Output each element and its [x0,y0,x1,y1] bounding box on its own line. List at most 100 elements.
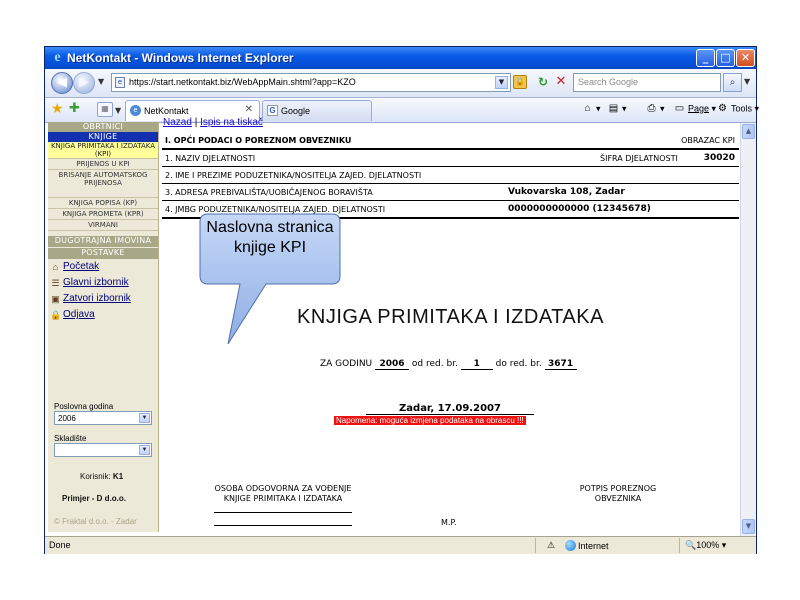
address-field[interactable]: e https://start.netkontakt.biz/WebAppMai… [111,73,511,92]
lock-icon[interactable]: 🔒 [513,75,527,89]
callout-text: Naslovna stranica knjige KPI [206,219,334,256]
sidebar-item-kpr[interactable]: KNJIGA PROMETA (KPR) [48,209,158,220]
form-code: OBRAZAC KPI [681,136,735,145]
zoom-control[interactable]: 🔍100% ▾ [685,540,726,551]
section-header-row: I. OPĆI PODACI O POREZNOM OBVEZNIKU OBRA… [162,132,739,150]
quick-tabs-icon[interactable]: ▦ [97,102,113,117]
address-toolbar: ◀ ▶ ▼ e https://start.netkontakt.biz/Web… [45,69,756,98]
activity-label: 1. NAZIV DJELATNOSTI [165,154,256,163]
window-title: NetKontakt - Windows Internet Explorer [67,51,294,65]
logout-link[interactable]: 🔒 Odjava [50,309,95,321]
warning-notice: Napomena: moguća izmjena podataka na obr… [334,416,526,425]
tab-bar: ★ ✚ ▦ ▼ e NetKontakt ✕ G Google ⌂ ▾ ▤ ▾ ⎙ ▾… [45,98,759,123]
search-dropdown-icon[interactable]: ▼ [744,77,750,86]
chevron-down-icon[interactable]: ▼ [139,445,150,455]
tools-menu-label: Tools [731,103,753,114]
add-favorite-icon[interactable]: ✚ [69,101,80,117]
warehouse-select[interactable]: ▼ [54,443,152,457]
back-button[interactable]: ◀ [51,72,73,94]
google-tab-icon: G [267,105,278,116]
ie-logo-icon: e [54,50,61,65]
address-dropdown-icon[interactable]: ▼ [495,76,508,89]
address-row: 3. ADRESA PREBIVALIŠTA/UOBIČAJENOG BORAV… [162,184,739,201]
home-link-label: Početak [63,261,100,272]
feeds-icon: ▤ [608,103,619,114]
user-label: Korisnik: [80,472,111,481]
sidebar-header-postavke[interactable]: POSTAVKE [48,248,158,259]
sidebar-item-virmani[interactable]: VIRMANI [48,220,158,231]
responsible-line-1: OSOBA ODGOVORNA ZA VOĐENJE [214,484,352,493]
close-button[interactable]: ✕ [736,49,755,67]
minimize-button[interactable]: _ [696,49,715,67]
home-link[interactable]: ⌂ Početak [50,261,99,273]
back-link[interactable]: Nazad [163,117,192,128]
tab-label: Google [281,106,311,116]
forward-button[interactable]: ▶ [73,72,95,94]
warehouse-label: Skladište [54,434,87,443]
maximize-button[interactable]: □ [716,49,735,67]
title-bar: e NetKontakt - Windows Internet Explorer… [45,47,756,69]
refresh-icon[interactable]: ↻ [535,74,551,90]
scroll-up-icon[interactable]: ▲ [742,124,755,139]
print-link[interactable]: Ispis na tiskač [200,117,263,128]
vertical-scrollbar[interactable]: ▲ ▼ [740,123,756,536]
year-prefix: ZA GODINU [320,359,373,369]
page-icon: ▭ [674,103,685,114]
stop-icon[interactable]: ✕ [553,74,569,90]
close-menu-link-label: Zatvori izbornik [63,293,131,304]
url-text[interactable]: https://start.netkontakt.biz/WebAppMain.… [129,77,356,87]
close-tab-icon[interactable]: ✕ [245,104,253,115]
chevron-down-icon[interactable]: ▼ [139,413,150,423]
company-name: Primjer - D d.o.o. [62,494,127,503]
tools-menu[interactable]: ⚙ Tools ▾ [716,103,759,115]
print-button[interactable]: ⎙ ▾ [645,103,665,115]
search-input[interactable]: Search Google [573,73,721,92]
year-range-line: ZA GODINU 2006 od red. br. 1 do red. br.… [320,359,577,370]
address-label: 3. ADRESA PREBIVALIŠTA/UOBIČAJENOG BORAV… [165,188,373,197]
security-icon[interactable]: ⚠ [547,540,555,551]
link-separator: | [194,117,198,128]
year-label: Poslovna godina [54,402,114,411]
page-menu-label: Page [688,103,710,114]
home-button[interactable]: ⌂ ▾ [581,103,600,115]
favorites-star-icon[interactable]: ★ [51,101,64,117]
feeds-button[interactable]: ▤ ▾ [607,103,627,115]
main-menu-link[interactable]: ☰ Glavni izbornik [50,277,129,289]
to-value: 3671 [544,359,577,370]
zone-indicator[interactable]: Internet [565,540,609,551]
year-select-value: 2006 [58,414,76,423]
sidebar: OBRTNICI KNJIGE KNJIGA PRIMITAKA I IZDAT… [48,122,159,532]
sidebar-header-imovina[interactable]: DUGOTRAJNA IMOVINA [48,236,158,247]
section-title: I. OPĆI PODACI O POREZNOM OBVEZNIKU [165,136,352,145]
sidebar-item-kpi[interactable]: KNJIGA PRIMITAKA I IZDATAKA (KPI) [48,142,158,159]
book-title: KNJIGA PRIMITAKA I IZDATAKA [297,306,604,328]
status-bar: Done ⚠ Internet 🔍100% ▾ [45,536,756,554]
year-select[interactable]: 2006 ▼ [54,411,152,425]
to-label: do red. br. [495,359,542,369]
jmbg-value: 0000000000000 (12345678) [508,204,651,214]
home-icon: ⌂ [584,103,591,114]
user-info: Korisnik: K1 [80,472,123,481]
activity-row: 1. NAZIV DJELATNOSTI ŠIFRA DJELATNOSTI 3… [162,150,739,167]
sidebar-item-kp[interactable]: KNJIGA POPISA (KP) [48,198,158,209]
search-icon[interactable]: ⌕ [723,73,742,92]
page-menu[interactable]: ▭ Page ▾ [673,103,716,115]
scroll-down-icon[interactable]: ▼ [742,519,755,534]
main-menu-link-label: Glavni izbornik [63,277,129,288]
netkontakt-tab-icon: e [130,105,141,116]
taxpayer-signature-label: POTPIS POREZNOG OBVEZNIKA [560,484,676,504]
sidebar-header-obrtnici[interactable]: OBRTNICI [48,122,158,132]
sidebar-item-prijenos[interactable]: PRIJENOS U KPI [48,159,158,170]
menu-icon: ☰ [51,278,60,288]
copyright-footer: © Fraktal d.o.o. - Zadar [54,517,137,526]
sidebar-item-brisanje[interactable]: BRISANJE AUTOMATSKOG PRIJENOSA [48,170,158,198]
from-value: 1 [460,359,493,370]
status-text: Done [49,540,71,550]
history-dropdown-icon[interactable]: ▼ [98,77,104,86]
owner-name-label: 2. IME I PREZIME PODUZETNIKA/NOSITELJA Z… [165,171,422,180]
responsible-line-2: KNJIGE PRIMITAKA I IZDATAKA [223,494,343,503]
sidebar-header-knjige[interactable]: KNJIGE [48,132,158,142]
tab-list-dropdown-icon[interactable]: ▼ [115,106,121,115]
close-menu-link[interactable]: ▣ Zatvori izbornik [50,293,131,305]
tab-google[interactable]: G Google [262,100,372,121]
